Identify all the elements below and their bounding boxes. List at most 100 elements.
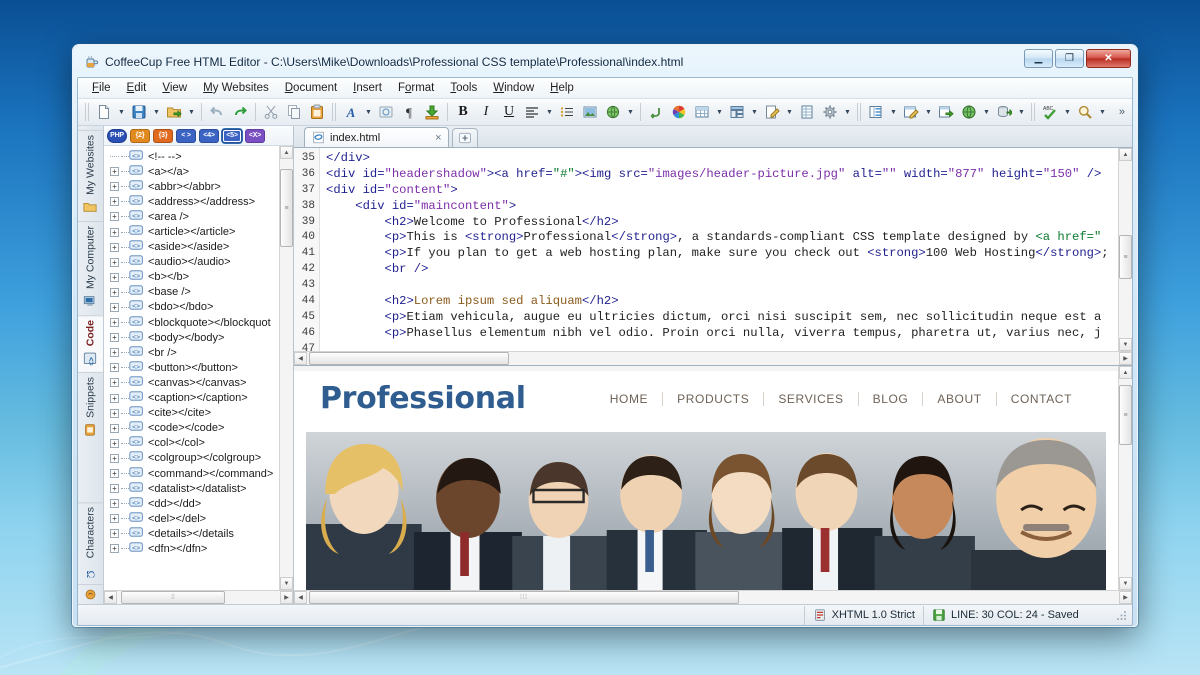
expand-icon[interactable]: + — [110, 302, 119, 312]
hscroll-thumb[interactable] — [309, 352, 509, 365]
preview-vertical-scrollbar[interactable]: ▲ ≡ ▼ — [1118, 366, 1132, 590]
expand-icon[interactable]: + — [110, 348, 119, 358]
magnifier-icon[interactable] — [1074, 101, 1096, 123]
code-line[interactable]: <p>Phasellus elementum nibh vel odio. Pr… — [326, 326, 1118, 342]
anchor-button[interactable] — [645, 101, 667, 123]
site-nav-item-about[interactable]: ABOUT — [923, 392, 995, 406]
expand-icon[interactable]: + — [110, 484, 119, 494]
menu-view[interactable]: View — [154, 80, 195, 96]
hscroll-thumb[interactable]: ⦙⦙ — [121, 591, 225, 604]
expand-icon[interactable]: + — [110, 318, 119, 328]
insert-link-dropdown[interactable]: ▼ — [625, 101, 636, 123]
expand-icon[interactable]: + — [110, 423, 119, 433]
sidebar-tab-snippets[interactable]: Snippets — [78, 372, 103, 445]
html5-filter-button[interactable]: <5> — [222, 128, 242, 143]
code-line[interactable]: <div id="maincontent"> — [326, 199, 1118, 215]
library-dropdown[interactable]: ▼ — [888, 101, 899, 123]
expand-icon[interactable]: + — [110, 453, 119, 463]
code-line[interactable]: <h2>Welcome to Professional</h2> — [326, 215, 1118, 231]
menu-document[interactable]: Document — [277, 80, 345, 96]
design-view-dropdown[interactable]: ▼ — [923, 101, 934, 123]
close-button[interactable]: ✕ — [1086, 49, 1131, 68]
css2-filter-button[interactable]: {2} — [130, 128, 150, 143]
form-grid-button[interactable] — [796, 101, 818, 123]
underline-button[interactable]: U — [498, 101, 520, 123]
expand-icon[interactable]: + — [110, 514, 119, 524]
scroll-down-icon[interactable]: ▼ — [1119, 338, 1132, 351]
expand-icon[interactable]: + — [110, 182, 119, 192]
code-line[interactable]: <div id="headershadow"><a href="#"><img … — [326, 167, 1118, 183]
font-button[interactable]: A — [340, 101, 362, 123]
code-line[interactable]: <p>Etiam vehicula, augue eu ultricies di… — [326, 310, 1118, 326]
expand-icon[interactable]: + — [110, 333, 119, 343]
code-tree-vertical-scrollbar[interactable]: ▲ ≡ ▼ — [279, 146, 293, 590]
code-line[interactable]: <br /> — [326, 262, 1118, 278]
title-bar[interactable]: CoffeeCup Free HTML Editor - C:\Users\Mi… — [77, 49, 1133, 75]
special-character-button[interactable] — [375, 101, 397, 123]
code-line[interactable] — [326, 342, 1118, 351]
menu-tools[interactable]: Tools — [442, 80, 485, 96]
expand-icon[interactable]: + — [110, 529, 119, 539]
expand-icon[interactable]: + — [110, 197, 119, 207]
menu-insert[interactable]: Insert — [345, 80, 390, 96]
publish-dropdown[interactable]: ▼ — [1016, 101, 1027, 123]
publish-button[interactable] — [993, 101, 1015, 123]
expand-icon[interactable]: + — [110, 363, 119, 373]
html-filter-button[interactable]: < > — [176, 128, 196, 143]
gear-dropdown[interactable]: ▼ — [842, 101, 853, 123]
insert-link-button[interactable] — [602, 101, 624, 123]
toolbar-overflow-button[interactable]: » — [1119, 106, 1128, 118]
scroll-right-icon[interactable]: ▶ — [280, 591, 293, 604]
code-text-area[interactable]: </div> <div id="headershadow"><a href="#"… — [320, 148, 1118, 351]
font-dropdown[interactable]: ▼ — [363, 101, 374, 123]
resize-grip-icon[interactable] — [1115, 608, 1129, 622]
hscroll-thumb[interactable]: ⦙⦙⦙ — [309, 591, 739, 604]
spellcheck-button[interactable]: ABC — [1039, 101, 1061, 123]
scroll-track[interactable]: ≡ — [1119, 379, 1132, 577]
expand-icon[interactable]: + — [110, 408, 119, 418]
code-line[interactable] — [326, 278, 1118, 294]
code-line[interactable]: <div id="content"> — [326, 183, 1118, 199]
coffeecup-bean-icon[interactable] — [78, 584, 103, 604]
menu-window[interactable]: Window — [485, 80, 542, 96]
xhtml-filter-button[interactable]: <X> — [245, 128, 265, 143]
undo-button[interactable] — [206, 101, 228, 123]
code-line[interactable]: <p>If you plan to get a web hosting plan… — [326, 246, 1118, 262]
find-dropdown[interactable]: ▼ — [1097, 101, 1108, 123]
site-nav-item-products[interactable]: PRODUCTS — [663, 392, 763, 406]
code-line[interactable]: </div> — [326, 151, 1118, 167]
code-tree-list[interactable]: <> <!-- --> + <> <a></a> + <> <abbr></abbr> + <> <… — [104, 146, 279, 590]
maximize-button[interactable]: ❐ — [1055, 49, 1084, 68]
expand-icon[interactable]: + — [110, 469, 119, 479]
expand-icon[interactable]: + — [110, 287, 119, 297]
expand-icon[interactable]: + — [110, 212, 119, 222]
new-document-button[interactable] — [93, 101, 115, 123]
expand-icon[interactable]: + — [110, 272, 119, 282]
insert-download-button[interactable] — [421, 101, 443, 123]
sidebar-tab-my-computer[interactable]: My Computer — [78, 220, 103, 315]
scroll-track[interactable]: ≡ — [280, 159, 293, 577]
menu-file[interactable]: File — [84, 80, 119, 96]
layout-dropdown[interactable]: ▼ — [749, 101, 760, 123]
redo-button[interactable] — [229, 101, 251, 123]
upload-dropdown[interactable]: ▼ — [186, 101, 197, 123]
expand-icon[interactable]: + — [110, 544, 119, 554]
scroll-track[interactable]: ≡ — [1119, 161, 1132, 338]
expand-icon[interactable]: + — [110, 257, 119, 267]
css3-filter-button[interactable]: {3} — [153, 128, 173, 143]
library-button[interactable] — [865, 101, 887, 123]
scroll-down-icon[interactable]: ▼ — [280, 577, 293, 590]
insert-table-dropdown[interactable]: ▼ — [714, 101, 725, 123]
preview-browser-dropdown[interactable]: ▼ — [981, 101, 992, 123]
code-line[interactable]: <h2>Lorem ipsum sed aliquam</h2> — [326, 294, 1118, 310]
scroll-up-icon[interactable]: ▲ — [280, 146, 293, 159]
insert-table-button[interactable] — [691, 101, 713, 123]
expand-icon[interactable]: + — [110, 242, 119, 252]
save-dropdown[interactable]: ▼ — [151, 101, 162, 123]
scroll-left-icon[interactable]: ◀ — [294, 591, 307, 604]
menu-my-websites[interactable]: My Websites — [195, 80, 277, 96]
site-nav-item-blog[interactable]: BLOG — [859, 392, 923, 406]
preview-horizontal-scrollbar[interactable]: ◀ ⦙⦙⦙ ▶ — [294, 590, 1132, 604]
expand-icon[interactable]: + — [110, 378, 119, 388]
preview-browser-button[interactable] — [958, 101, 980, 123]
